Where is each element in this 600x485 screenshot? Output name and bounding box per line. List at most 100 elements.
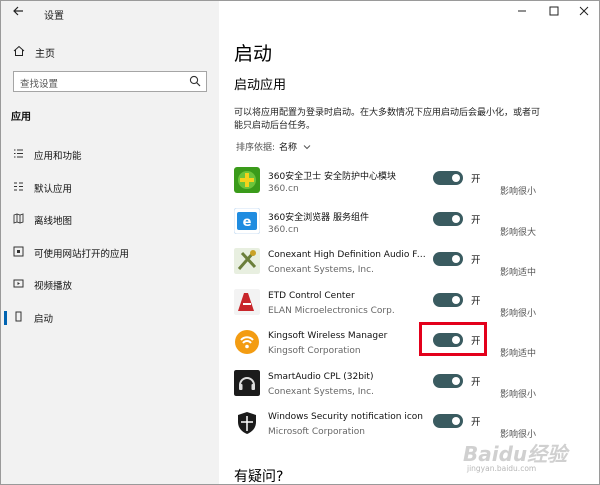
sidebar: 设置 主页 应用 应用和功能 默认应用 离线地图 <box>1 1 219 484</box>
app-publisher: Microsoft Corporation <box>268 427 365 437</box>
watermark-logo: Baidu经验 <box>463 442 568 466</box>
app-publisher: ELAN Microelectronics Corp. <box>268 305 395 316</box>
highlight-box <box>419 322 487 356</box>
close-icon <box>579 6 589 16</box>
etd-control-icon <box>234 288 260 315</box>
windows-security-icon <box>234 410 260 436</box>
toggle-knob <box>452 376 460 385</box>
app-name: Windows Security notification icon <box>268 412 423 422</box>
main-panel: 启动 启动应用 可以将应用配置为登录时启动。在大多数情况下应用启动后会最小化，或… <box>219 1 599 485</box>
nav-home[interactable]: 主页 <box>1 41 219 63</box>
back-button[interactable] <box>7 4 29 24</box>
nav-list: 应用和功能 默认应用 离线地图 可使用网站打开的应用 视频播放 启动 <box>1 139 219 334</box>
startup-app-row: ETD Control Center ELAN Microelectronics… <box>219 285 599 326</box>
app-name: 360安全浏览器 服务组件 <box>268 212 370 223</box>
conexant-audio-icon <box>234 248 260 274</box>
toggle-knob <box>452 174 460 182</box>
toggle-state-label: 开 <box>471 174 481 185</box>
startup-toggle[interactable] <box>433 292 463 307</box>
startup-app-row: e 360安全浏览器 服务组件 360.cn 开 影响很大 <box>219 204 599 245</box>
startup-app-list: 360安全卫士 安全防护中心模块 360.cn 开 影响很小 e 360安全浏览… <box>219 163 599 447</box>
sidebar-item-web-apps[interactable]: 可使用网站打开的应用 <box>1 237 219 270</box>
faq-heading: 有疑问? <box>234 469 284 485</box>
sidebar-item-default-apps[interactable]: 默认应用 <box>1 172 219 205</box>
video-icon <box>11 278 25 292</box>
sort-dropdown[interactable]: 排序依据: 名称 <box>236 140 311 153</box>
web-app-icon <box>11 246 25 260</box>
startup-impact: 影响很大 <box>500 227 537 238</box>
sidebar-item-offline-maps[interactable]: 离线地图 <box>1 204 219 237</box>
search-icon <box>189 75 201 87</box>
sort-value: 名称 <box>279 143 298 153</box>
nav-home-label: 主页 <box>35 48 55 60</box>
startup-app-row: Kingsoft Wireless Manager Kingsoft Corpo… <box>219 325 599 366</box>
sidebar-item-label: 应用和功能 <box>34 151 82 163</box>
kingsoft-wifi-icon <box>235 330 259 354</box>
startup-app-row: 360安全卫士 安全防护中心模块 360.cn 开 影响很小 <box>219 163 599 204</box>
sidebar-item-label: 可使用网站打开的应用 <box>34 248 130 260</box>
startup-toggle[interactable] <box>433 171 463 185</box>
toggle-knob <box>452 255 460 263</box>
360-browser-icon: e <box>234 207 260 234</box>
toggle-state-label: 开 <box>471 417 481 428</box>
chevron-down-icon <box>303 144 311 149</box>
search-box[interactable] <box>13 71 207 94</box>
sidebar-item-startup[interactable]: 启动 <box>1 302 219 335</box>
section-label: 应用 <box>11 112 31 123</box>
svg-text:e: e <box>243 215 252 230</box>
toggle-state-label: 开 <box>471 255 481 266</box>
startup-icon <box>11 311 25 325</box>
minimize-icon <box>518 10 526 12</box>
startup-impact: 影响很小 <box>500 389 537 400</box>
app-publisher: Conexant Systems, Inc. <box>268 265 374 275</box>
app-publisher: 360.cn <box>268 184 299 194</box>
startup-impact: 影响很小 <box>500 308 537 319</box>
minimize-button[interactable] <box>505 1 539 27</box>
app-publisher: Conexant Systems, Inc. <box>268 386 374 397</box>
toggle-state-label: 开 <box>471 376 481 388</box>
window-title: 设置 <box>44 11 64 22</box>
app-name: Kingsoft Wireless Manager <box>268 331 388 341</box>
settings-window: 设置 主页 应用 应用和功能 默认应用 离线地图 <box>0 0 600 485</box>
startup-impact: 影响适中 <box>500 349 537 359</box>
default-apps-icon <box>11 181 25 195</box>
app-name: SmartAudio CPL (32bit) <box>268 371 374 382</box>
toggle-knob <box>452 214 460 223</box>
startup-toggle[interactable] <box>433 414 463 428</box>
back-arrow-icon <box>13 6 23 16</box>
section-subtitle: 启动应用 <box>234 78 287 93</box>
maximize-button[interactable] <box>537 1 571 27</box>
app-name: Conexant High Definition Audio Filt... <box>268 250 428 260</box>
toggle-state-label: 开 <box>471 214 481 226</box>
toggle-knob <box>452 417 460 425</box>
360-safe-icon <box>234 167 260 193</box>
titlebar: 设置 <box>1 1 219 27</box>
offline-map-icon <box>11 213 25 227</box>
close-button[interactable] <box>567 1 599 27</box>
sidebar-item-label: 离线地图 <box>34 216 73 228</box>
startup-app-row: Conexant High Definition Audio Filt... C… <box>219 244 599 285</box>
startup-toggle[interactable] <box>433 252 463 266</box>
maximize-icon <box>549 6 559 16</box>
description-text: 可以将应用配置为登录时启动。在大多数情况下应用启动后会最小化，或者可能只启动后台… <box>234 108 541 131</box>
sidebar-item-label: 视频播放 <box>34 281 73 293</box>
app-publisher: 360.cn <box>268 224 299 235</box>
startup-toggle[interactable] <box>433 373 463 388</box>
apps-list-icon <box>11 148 25 162</box>
home-icon <box>12 45 26 60</box>
sidebar-item-video[interactable]: 视频播放 <box>1 269 219 302</box>
page-title: 启动 <box>234 43 273 65</box>
startup-app-row: SmartAudio CPL (32bit) Conexant Systems,… <box>219 366 599 407</box>
smartaudio-icon <box>234 369 260 396</box>
sidebar-item-apps-features[interactable]: 应用和功能 <box>1 139 219 172</box>
startup-toggle[interactable] <box>433 211 463 226</box>
startup-impact: 影响很小 <box>500 187 537 197</box>
app-publisher: Kingsoft Corporation <box>268 346 361 356</box>
sidebar-item-label: 启动 <box>34 313 54 325</box>
app-name: 360安全卫士 安全防护中心模块 <box>268 172 397 182</box>
sort-label: 排序依据: <box>236 143 276 153</box>
sidebar-item-label: 默认应用 <box>34 183 73 195</box>
toggle-knob <box>452 295 460 304</box>
search-input[interactable] <box>14 75 182 94</box>
app-name: ETD Control Center <box>268 290 355 301</box>
